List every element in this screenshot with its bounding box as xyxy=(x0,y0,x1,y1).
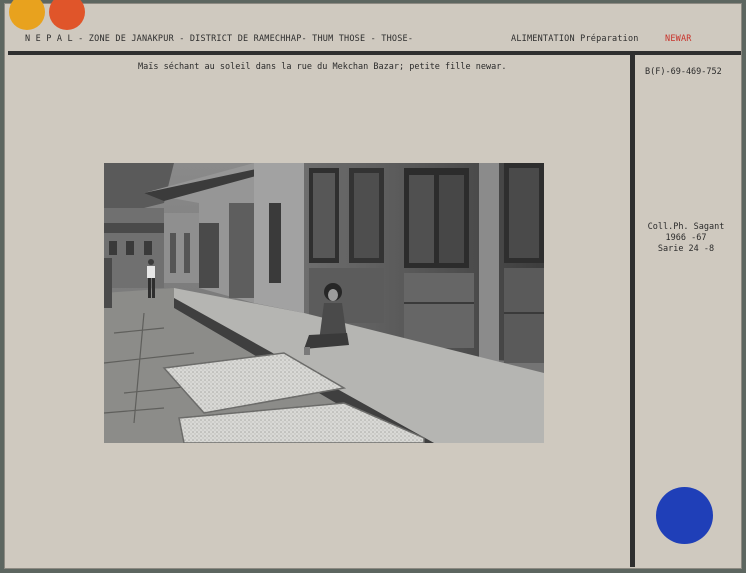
photo-caption: Maïs séchant au soleil dans la rue du Me… xyxy=(138,62,507,72)
archive-card: N E P A L - ZONE DE JANAKPUR - DISTRICT … xyxy=(4,0,742,569)
collection-info: Coll.Ph. Sagant 1966 -67 Sarie 24 -8 xyxy=(641,222,731,255)
orange-dot-marker xyxy=(49,0,85,30)
collection-line-3: Sarie 24 -8 xyxy=(657,244,715,254)
street-photograph xyxy=(104,163,544,443)
category-header: ALIMENTATION Préparation xyxy=(511,34,639,44)
blue-dot-marker xyxy=(656,487,713,544)
location-header: N E P A L - ZONE DE JANAKPUR - DISTRICT … xyxy=(25,34,414,44)
photo-illustration xyxy=(104,163,544,443)
reference-code: B(F)-69-469-752 xyxy=(645,67,722,77)
ethnic-tag: NEWAR xyxy=(665,34,692,44)
yellow-dot-marker xyxy=(9,0,45,30)
collection-line-1: Coll.Ph. Sagant xyxy=(647,222,725,232)
collection-line-2: 1966 -67 xyxy=(665,233,707,243)
column-divider xyxy=(630,55,635,567)
